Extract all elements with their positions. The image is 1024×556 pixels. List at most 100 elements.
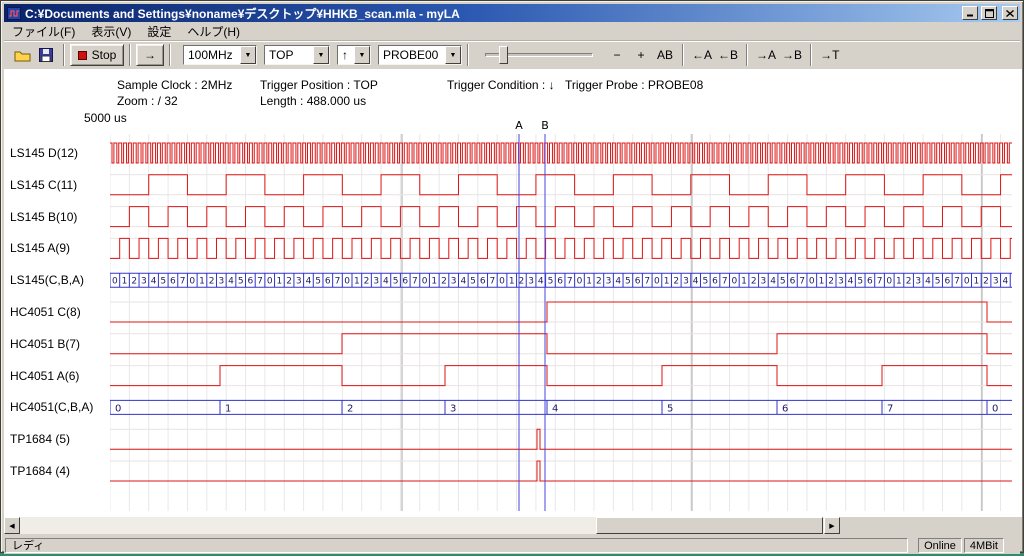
maximize-icon xyxy=(985,9,994,18)
seek-a-right-button[interactable]: →A xyxy=(753,44,779,66)
menu-item[interactable]: ファイル(F) xyxy=(4,21,83,42)
svg-text:5: 5 xyxy=(315,277,321,287)
cursor-ab-button[interactable]: AB xyxy=(653,44,677,66)
trigger-edge-combo[interactable]: ↑ ▼ xyxy=(337,45,371,65)
svg-text:3: 3 xyxy=(683,277,689,287)
close-button[interactable] xyxy=(1002,6,1018,20)
channel-label: HC4051 B(7) xyxy=(10,336,80,352)
minimize-button[interactable] xyxy=(962,6,978,20)
open-folder-icon xyxy=(14,49,31,62)
trigger-probe-label: Trigger Probe : PROBE08 xyxy=(565,78,703,92)
svg-text:0: 0 xyxy=(267,277,273,287)
svg-text:0: 0 xyxy=(731,277,737,287)
svg-text:1: 1 xyxy=(122,277,128,287)
zoom-in-button[interactable]: + xyxy=(629,44,653,66)
sample-clock-combo[interactable]: 100MHz ▼ xyxy=(183,45,257,65)
chevron-down-icon[interactable]: ▼ xyxy=(445,46,461,64)
menu-item[interactable]: 表示(V) xyxy=(83,21,139,42)
svg-text:3: 3 xyxy=(761,277,767,287)
seek-b-right-button[interactable]: →B xyxy=(779,44,805,66)
svg-text:0: 0 xyxy=(577,277,583,287)
svg-text:4: 4 xyxy=(615,277,621,287)
zoom-slider[interactable] xyxy=(483,44,595,66)
svg-text:3: 3 xyxy=(296,277,302,287)
svg-text:3: 3 xyxy=(915,277,921,287)
svg-text:5: 5 xyxy=(238,277,244,287)
sample-clock-label: Sample Clock : 2MHz xyxy=(117,78,232,92)
svg-text:6: 6 xyxy=(712,277,718,287)
svg-text:1: 1 xyxy=(741,277,747,287)
title-bar[interactable]: C:¥Documents and Settings¥noname¥デスクトップ¥… xyxy=(4,4,1020,22)
open-file-button[interactable] xyxy=(10,44,34,66)
svg-text:5: 5 xyxy=(780,277,786,287)
toolbar-separator xyxy=(682,44,684,66)
svg-text:2: 2 xyxy=(983,277,989,287)
menu-item[interactable]: 設定 xyxy=(139,21,179,42)
svg-text:2: 2 xyxy=(209,277,215,287)
horizontal-scrollbar[interactable]: ◀ ▶ xyxy=(4,517,840,534)
maximize-button[interactable] xyxy=(981,6,997,20)
channel-label: TP1684 (5) xyxy=(10,431,70,447)
seek-b-left-button[interactable]: ←B xyxy=(715,44,741,66)
svg-text:1: 1 xyxy=(277,277,283,287)
chevron-down-icon[interactable]: ▼ xyxy=(240,46,256,64)
trigger-position-label: Trigger Position : TOP xyxy=(260,78,378,92)
svg-text:6: 6 xyxy=(247,277,253,287)
save-file-button[interactable] xyxy=(34,44,58,66)
svg-text:3: 3 xyxy=(141,277,147,287)
chevron-down-icon[interactable]: ▼ xyxy=(313,46,329,64)
svg-text:0: 0 xyxy=(886,277,892,287)
toolbar-separator xyxy=(467,44,469,66)
svg-text:7: 7 xyxy=(644,277,650,287)
svg-text:7: 7 xyxy=(257,277,263,287)
trigger-probe-combo[interactable]: PROBE00 ▼ xyxy=(378,45,462,65)
svg-text:3: 3 xyxy=(606,277,612,287)
menu-item[interactable]: ヘルプ(H) xyxy=(179,21,248,42)
svg-text:6: 6 xyxy=(480,277,486,287)
trigger-position-combo[interactable]: TOP ▼ xyxy=(264,45,330,65)
seek-a-left-button[interactable]: ←A xyxy=(689,44,715,66)
svg-text:6: 6 xyxy=(790,277,796,287)
svg-text:0: 0 xyxy=(115,403,121,414)
svg-text:4: 4 xyxy=(228,277,234,287)
chevron-down-icon[interactable]: ▼ xyxy=(354,46,370,64)
svg-text:4: 4 xyxy=(770,277,776,287)
svg-text:6: 6 xyxy=(944,277,950,287)
trigger-position-value: TOP xyxy=(265,46,313,64)
svg-text:7: 7 xyxy=(722,277,728,287)
svg-text:1: 1 xyxy=(973,277,979,287)
seek-trigger-button[interactable]: →T xyxy=(817,44,842,66)
menu-bar: ファイル(F)表示(V)設定ヘルプ(H) xyxy=(4,22,1020,40)
svg-text:4: 4 xyxy=(552,403,558,414)
svg-text:6: 6 xyxy=(557,277,563,287)
scroll-right-button[interactable]: ▶ xyxy=(824,517,840,534)
svg-text:2: 2 xyxy=(441,277,447,287)
svg-text:2: 2 xyxy=(364,277,370,287)
save-floppy-icon xyxy=(39,48,53,62)
svg-text:2: 2 xyxy=(131,277,137,287)
svg-text:0: 0 xyxy=(809,277,815,287)
channel-label: HC4051 A(6) xyxy=(10,368,79,384)
svg-text:0: 0 xyxy=(499,277,505,287)
svg-text:5: 5 xyxy=(393,277,399,287)
svg-text:4: 4 xyxy=(306,277,312,287)
svg-text:7: 7 xyxy=(335,277,341,287)
close-icon xyxy=(1006,10,1014,17)
svg-text:7: 7 xyxy=(887,403,893,414)
channel-label: LS145(C,B,A) xyxy=(10,272,84,288)
svg-text:5: 5 xyxy=(935,277,941,287)
zoom-out-button[interactable]: − xyxy=(605,44,629,66)
scrollbar-thumb[interactable] xyxy=(596,517,823,534)
svg-text:7: 7 xyxy=(877,277,883,287)
stop-button[interactable]: Stop xyxy=(70,44,124,66)
svg-text:4: 4 xyxy=(848,277,854,287)
waveform-plot[interactable]: 0123456701234567012345670123456701234567… xyxy=(110,116,1012,511)
window-title: C:¥Documents and Settings¥noname¥デスクトップ¥… xyxy=(25,5,959,22)
svg-text:5: 5 xyxy=(548,277,554,287)
svg-text:7: 7 xyxy=(489,277,495,287)
scroll-left-button[interactable]: ◀ xyxy=(4,517,20,534)
run-button[interactable]: → xyxy=(136,44,164,66)
channel-label: HC4051 C(8) xyxy=(10,304,81,320)
scroll-right-icon: ▶ xyxy=(829,522,834,530)
zoom-slider-thumb[interactable] xyxy=(499,46,508,64)
